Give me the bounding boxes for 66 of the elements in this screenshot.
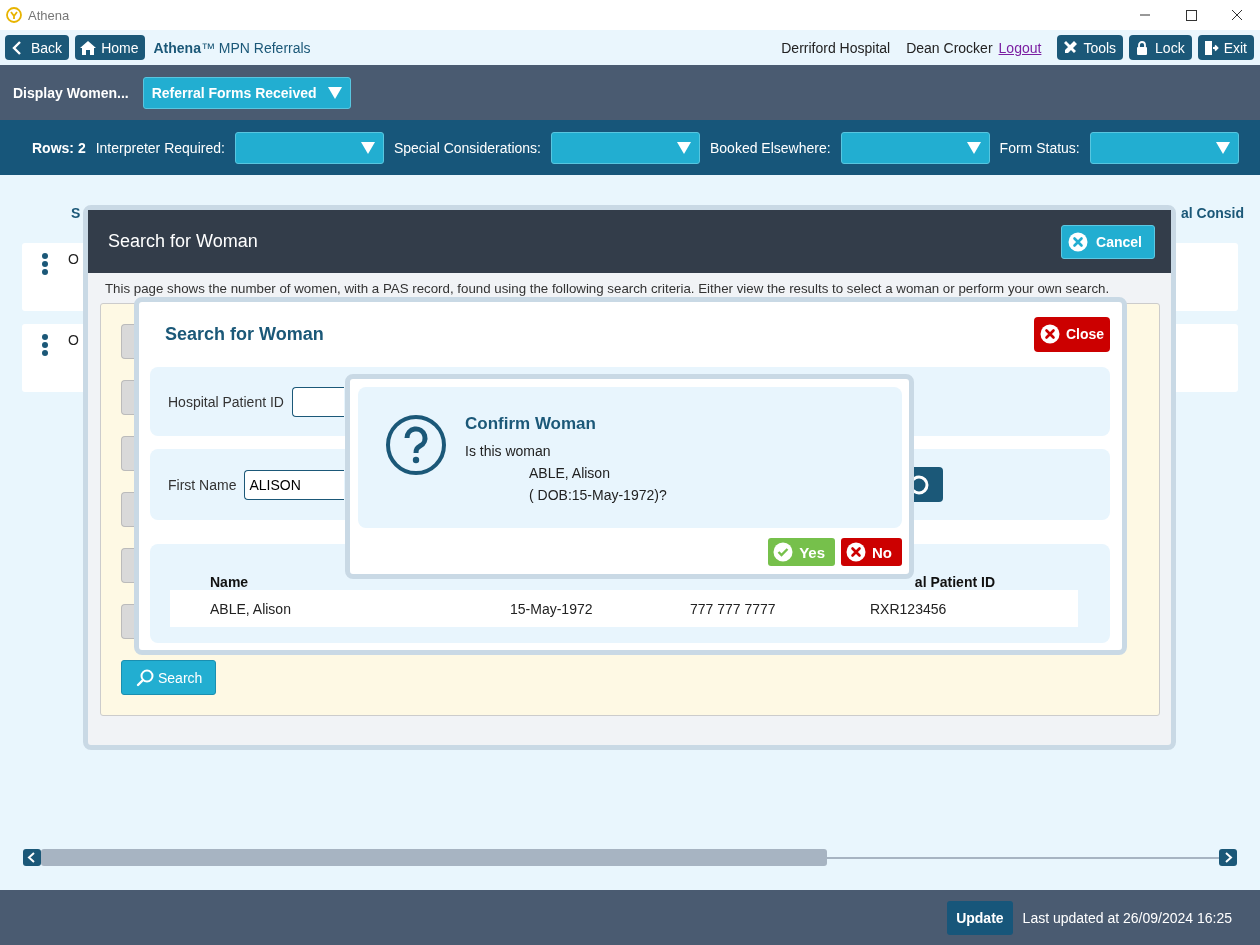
dropdown-arrow-icon — [1215, 141, 1230, 154]
exit-icon — [1202, 39, 1219, 56]
more-options-icon[interactable] — [41, 334, 49, 356]
dialog-title: Search for Woman — [108, 231, 258, 252]
column-header: al Consid — [1181, 205, 1245, 223]
scroll-right-icon[interactable] — [1219, 849, 1237, 866]
question-icon — [385, 414, 447, 476]
scrollbar-thumb[interactable] — [41, 849, 827, 866]
close-circle-icon — [1040, 324, 1060, 344]
exit-button[interactable]: Exit — [1197, 35, 1254, 60]
input-field[interactable] — [291, 386, 344, 417]
dropdown-arrow-icon — [360, 141, 375, 154]
check-circle-icon — [773, 542, 794, 562]
home-button[interactable]: Home — [75, 35, 146, 60]
close-button[interactable]: Close — [1034, 316, 1110, 352]
home-icon — [80, 39, 97, 56]
table-cell-text: RXR123456 — [870, 600, 948, 617]
dialog-description: This page shows the number of women, with a PAS record, found using the following search criteria. Either view the results to select a woman or perform your own search. — [104, 280, 1111, 298]
lock-button[interactable]: Lock — [1129, 35, 1192, 60]
filter-label: Form Status: — [999, 139, 1080, 156]
app-title: Athena™ MPN Referrals — [153, 39, 311, 56]
input-field[interactable]: ALISON — [244, 469, 345, 500]
display-label: Display Women... — [13, 84, 129, 101]
app-logo-icon — [6, 7, 22, 23]
window-title: Athena — [28, 7, 70, 23]
column-header: Name — [210, 574, 249, 590]
table-cell-text: ABLE, Alison — [210, 600, 292, 617]
filter-label: Booked Elsewhere: — [709, 139, 831, 156]
column-header: S — [71, 205, 82, 223]
table-cell: O — [68, 332, 79, 348]
update-button[interactable]: Update — [947, 900, 1013, 935]
table-cell: O — [68, 251, 79, 267]
dropdown-arrow-icon — [327, 86, 342, 99]
confirm-title: Confirm Woman — [465, 414, 596, 434]
scroll-left-icon[interactable] — [23, 849, 41, 866]
logout-link[interactable]: Logout — [998, 39, 1042, 56]
no-button[interactable]: No — [841, 538, 902, 566]
field-label: Hospital Patient ID — [168, 393, 284, 410]
field-label: First Name — [168, 476, 237, 493]
result-row[interactable]: ABLE, Alison 15-May-1972 777 777 7777 RXR123456 — [170, 590, 1078, 627]
date-of-birth: ( DOB:15-May-1972)? — [529, 486, 667, 505]
more-options-icon[interactable] — [41, 253, 49, 275]
table-cell-text: 15-May-1972 — [510, 600, 594, 617]
filter-dropdown[interactable] — [234, 131, 384, 164]
hospital-name: Derriford Hospital — [781, 39, 891, 56]
close-circle-icon — [1068, 231, 1089, 252]
dropdown-arrow-icon — [676, 141, 691, 154]
tools-button[interactable]: Tools — [1057, 35, 1124, 60]
filter-label: Special Considerations: — [393, 139, 541, 156]
filter-dropdown[interactable] — [550, 131, 700, 164]
row-count: Rows: 2 — [32, 139, 86, 156]
dropdown-arrow-icon — [966, 141, 981, 154]
back-button[interactable]: Back — [5, 35, 70, 60]
dialog-title: Search for Woman — [164, 323, 324, 345]
search-icon — [136, 668, 154, 687]
table-cell-text: 777 777 7777 — [690, 600, 777, 617]
close-circle-icon — [846, 542, 866, 562]
filter-dropdown[interactable] — [840, 131, 990, 164]
confirm-question: Is this woman — [465, 442, 551, 461]
column-header: al Patient ID — [914, 574, 995, 590]
lookup-button[interactable] — [914, 467, 943, 502]
woman-name: ABLE, Alison — [529, 464, 610, 483]
user-name: Dean Crocker — [906, 39, 993, 56]
filter-dropdown[interactable] — [1089, 131, 1239, 164]
filter-label: Interpreter Required: — [95, 139, 225, 156]
last-updated-text: Last updated at 26/09/2024 16:25 — [1022, 909, 1232, 926]
